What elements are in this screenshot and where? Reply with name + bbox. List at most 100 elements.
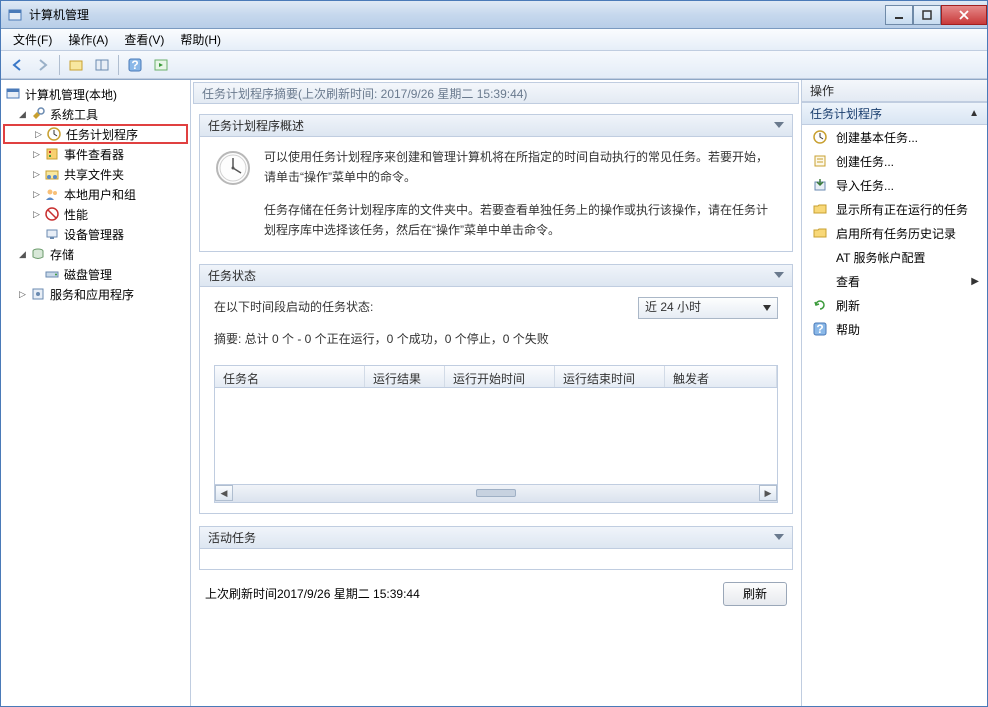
action-create-task[interactable]: 创建任务... bbox=[802, 149, 987, 173]
svg-text:?: ? bbox=[131, 58, 138, 72]
tree-event-viewer[interactable]: ▷ 事件查看器 bbox=[3, 144, 188, 164]
tree-label: 事件查看器 bbox=[64, 146, 124, 163]
back-button[interactable] bbox=[5, 54, 29, 76]
run-button[interactable] bbox=[149, 54, 173, 76]
action-create-basic-task[interactable]: 创建基本任务... bbox=[802, 125, 987, 149]
scroll-track[interactable] bbox=[233, 485, 759, 501]
tree-disk-management[interactable]: 磁盘管理 bbox=[3, 264, 188, 284]
tree-label: 任务计划程序 bbox=[66, 126, 138, 143]
col-run-end[interactable]: 运行结束时间 bbox=[555, 366, 665, 387]
refresh-button[interactable]: 刷新 bbox=[723, 582, 787, 606]
tree-root[interactable]: 计算机管理(本地) bbox=[3, 84, 188, 104]
status-body: 在以下时间段启动的任务状态: 近 24 小时 摘要: 总计 0 个 - 0 个正… bbox=[200, 287, 792, 513]
status-period-label: 在以下时间段启动的任务状态: bbox=[214, 297, 373, 317]
blank-icon bbox=[812, 249, 828, 265]
disk-icon bbox=[44, 266, 60, 282]
status-period-dropdown[interactable]: 近 24 小时 bbox=[638, 297, 778, 319]
scroll-right-button[interactable]: ▶ bbox=[759, 485, 777, 501]
action-help[interactable]: ? 帮助 bbox=[802, 317, 987, 341]
action-label: 刷新 bbox=[836, 297, 860, 314]
expand-icon[interactable]: ▷ bbox=[31, 169, 42, 180]
actions-group-head[interactable]: 任务计划程序 ▲ bbox=[802, 103, 987, 125]
submenu-arrow-icon: ▶ bbox=[971, 276, 979, 287]
clock-icon bbox=[812, 129, 828, 145]
action-show-running[interactable]: 显示所有正在运行的任务 bbox=[802, 197, 987, 221]
summary-header: 任务计划程序摘要(上次刷新时间: 2017/9/26 星期二 15:39:44) bbox=[193, 82, 799, 104]
expand-icon[interactable]: ▷ bbox=[33, 129, 44, 140]
folder-icon bbox=[812, 201, 828, 217]
tree-device-manager[interactable]: 设备管理器 bbox=[3, 224, 188, 244]
col-triggered-by[interactable]: 触发者 bbox=[665, 366, 777, 387]
active-tasks-head[interactable]: 活动任务 bbox=[200, 527, 792, 549]
menu-view[interactable]: 查看(V) bbox=[116, 29, 172, 50]
active-tasks-body bbox=[200, 549, 792, 569]
tree-shared-folders[interactable]: ▷ 共享文件夹 bbox=[3, 164, 188, 184]
menu-help[interactable]: 帮助(H) bbox=[172, 29, 229, 50]
overview-p1: 可以使用任务计划程序来创建和管理计算机将在所指定的时间自动执行的常见任务。若要开… bbox=[264, 147, 778, 188]
action-label: AT 服务帐户配置 bbox=[836, 249, 926, 266]
tree-label: 设备管理器 bbox=[64, 226, 124, 243]
properties-button[interactable] bbox=[64, 54, 88, 76]
action-label: 帮助 bbox=[836, 321, 860, 338]
computer-icon bbox=[5, 86, 21, 102]
help-button[interactable]: ? bbox=[123, 54, 147, 76]
close-button[interactable] bbox=[941, 5, 987, 25]
forward-button[interactable] bbox=[31, 54, 55, 76]
users-icon bbox=[44, 186, 60, 202]
active-tasks-section: 活动任务 bbox=[199, 526, 793, 570]
collapse-icon[interactable]: ◢ bbox=[17, 249, 28, 260]
col-run-start[interactable]: 运行开始时间 bbox=[445, 366, 555, 387]
collapse-icon[interactable]: ▲ bbox=[969, 108, 979, 119]
action-label: 导入任务... bbox=[836, 177, 894, 194]
tree-system-tools[interactable]: ◢ 系统工具 bbox=[3, 104, 188, 124]
menu-action[interactable]: 操作(A) bbox=[60, 29, 116, 50]
menu-file[interactable]: 文件(F) bbox=[5, 29, 60, 50]
performance-icon bbox=[44, 206, 60, 222]
action-at-account[interactable]: AT 服务帐户配置 bbox=[802, 245, 987, 269]
status-table-body bbox=[215, 388, 777, 484]
status-head[interactable]: 任务状态 bbox=[200, 265, 792, 287]
col-task-name[interactable]: 任务名 bbox=[215, 366, 365, 387]
action-enable-history[interactable]: 启用所有任务历史记录 bbox=[802, 221, 987, 245]
expand-icon[interactable]: ▷ bbox=[31, 189, 42, 200]
horizontal-scrollbar[interactable]: ◀ ▶ bbox=[215, 484, 777, 502]
task-icon bbox=[812, 153, 828, 169]
tree-storage[interactable]: ◢ 存储 bbox=[3, 244, 188, 264]
actions-group: 任务计划程序 ▲ 创建基本任务... 创建任务... 导入任务... bbox=[802, 102, 987, 341]
action-view[interactable]: 查看 ▶ bbox=[802, 269, 987, 293]
col-run-result[interactable]: 运行结果 bbox=[365, 366, 445, 387]
expand-icon[interactable]: ▷ bbox=[31, 209, 42, 220]
action-import-task[interactable]: 导入任务... bbox=[802, 173, 987, 197]
services-icon bbox=[30, 286, 46, 302]
tree-performance[interactable]: ▷ 性能 bbox=[3, 204, 188, 224]
expand-icon[interactable]: ▷ bbox=[17, 289, 28, 300]
app-icon bbox=[7, 7, 23, 23]
action-refresh[interactable]: 刷新 bbox=[802, 293, 987, 317]
toolbar-separator bbox=[118, 55, 119, 75]
event-icon bbox=[44, 146, 60, 162]
collapse-icon[interactable]: ◢ bbox=[17, 109, 28, 120]
expand-icon[interactable]: ▷ bbox=[31, 149, 42, 160]
show-hide-button[interactable] bbox=[90, 54, 114, 76]
status-table-header: 任务名 运行结果 运行开始时间 运行结束时间 触发者 bbox=[215, 366, 777, 388]
clock-icon bbox=[214, 149, 252, 187]
tree-local-users[interactable]: ▷ 本地用户和组 bbox=[3, 184, 188, 204]
tree-label: 本地用户和组 bbox=[64, 186, 136, 203]
tools-icon bbox=[30, 106, 46, 122]
body-area: 计算机管理(本地) ◢ 系统工具 ▷ 任务计划程序 ▷ 事件查看器 ▷ 共享文件… bbox=[1, 79, 987, 706]
tree-services-apps[interactable]: ▷ 服务和应用程序 bbox=[3, 284, 188, 304]
toolbar: ? bbox=[1, 51, 987, 79]
maximize-button[interactable] bbox=[913, 5, 941, 25]
tree-task-scheduler[interactable]: ▷ 任务计划程序 bbox=[3, 124, 188, 144]
scroll-thumb[interactable] bbox=[476, 489, 516, 497]
tree-label: 性能 bbox=[64, 206, 88, 223]
status-section: 任务状态 在以下时间段启动的任务状态: 近 24 小时 摘要: 总计 0 个 -… bbox=[199, 264, 793, 514]
menubar: 文件(F) 操作(A) 查看(V) 帮助(H) bbox=[1, 29, 987, 51]
action-label: 显示所有正在运行的任务 bbox=[836, 201, 968, 218]
storage-icon bbox=[30, 246, 46, 262]
overview-head[interactable]: 任务计划程序概述 bbox=[200, 115, 792, 137]
status-summary: 摘要: 总计 0 个 - 0 个正在运行，0 个成功，0 个停止，0 个失败 bbox=[214, 329, 778, 349]
scroll-left-button[interactable]: ◀ bbox=[215, 485, 233, 501]
minimize-button[interactable] bbox=[885, 5, 913, 25]
overview-p2: 任务存储在任务计划程序库的文件夹中。若要查看单独任务上的操作或执行该操作，请在任… bbox=[264, 200, 778, 241]
